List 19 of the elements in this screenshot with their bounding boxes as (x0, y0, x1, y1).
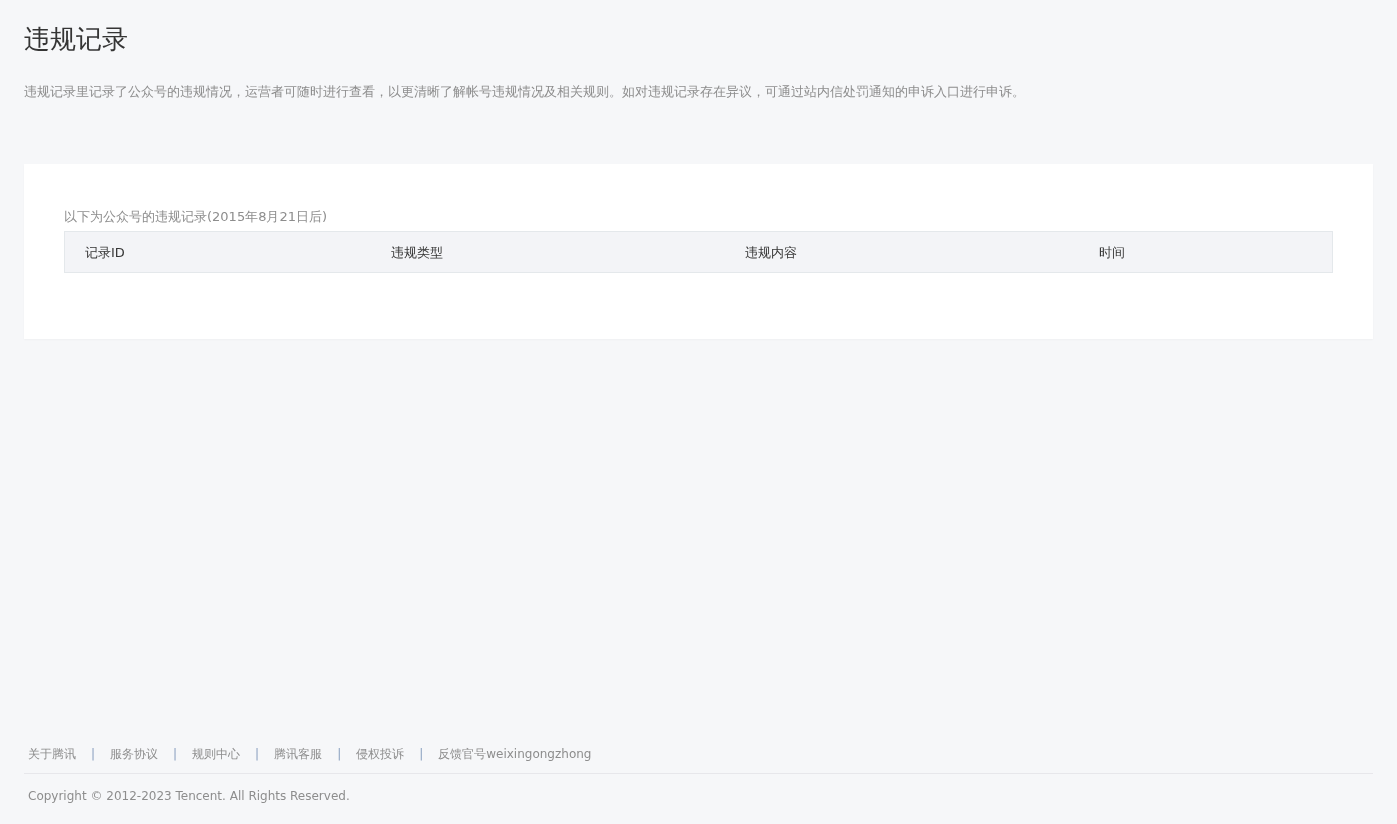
footer-link[interactable]: 侵权投诉 (356, 745, 405, 763)
table-caption: 以下为公众号的违规记录(2015年8月21日后) (64, 208, 328, 226)
separator: | (418, 746, 425, 763)
column-header: 时间 (1099, 245, 1125, 260)
page-description: 违规记录里记录了公众号的违规情况，运营者可随时进行查看，以更清晰了解帐号违规情况及相关规则。如对违规记录存在异议，可通过站内信处罚通知的申诉入口进行申诉。 (24, 83, 1025, 101)
separator: | (254, 746, 261, 763)
column-header: 违规类型 (391, 245, 443, 260)
footer-link[interactable]: 服务协议 (110, 745, 159, 763)
separator: | (336, 746, 343, 763)
separator: | (172, 746, 179, 763)
column-header: 记录ID (85, 245, 125, 260)
footer-link[interactable]: 规则中心 (192, 745, 241, 763)
page-title: 违规记录 (24, 23, 128, 56)
column-header: 违规内容 (745, 245, 797, 260)
footer-link[interactable]: 关于腾讯 (28, 745, 76, 763)
separator: | (90, 746, 97, 763)
footer-link[interactable]: 腾讯客服 (274, 745, 323, 763)
footer-link[interactable]: 反馈官号weixingongzhong (438, 745, 592, 763)
copyright-text: Copyright © 2012-2023 Tencent. All Rights Reserved. (28, 789, 350, 803)
